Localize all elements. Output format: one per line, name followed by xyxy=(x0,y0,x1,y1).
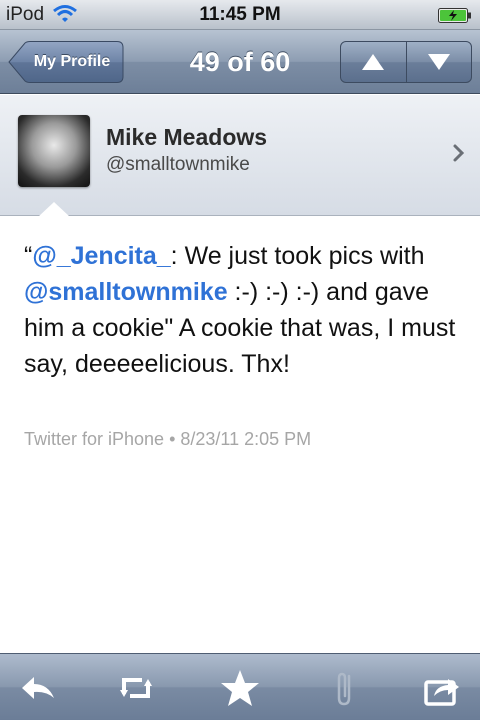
status-bar: iPod 11:45 PM xyxy=(0,0,480,30)
status-time: 11:45 PM xyxy=(199,4,281,25)
profile-row[interactable]: Mike Meadows @smalltownmike xyxy=(0,95,480,216)
attachment-button[interactable] xyxy=(322,666,366,710)
share-button[interactable] xyxy=(420,666,464,710)
star-icon xyxy=(221,670,259,706)
tweet-meta: Twitter for iPhone • 8/23/11 2:05 PM xyxy=(24,429,312,449)
mention-link[interactable]: @smalltownmike xyxy=(24,278,228,306)
profile-name: Mike Meadows xyxy=(106,124,268,150)
retweet-icon xyxy=(120,678,152,698)
chevron-right-icon xyxy=(453,144,465,162)
avatar xyxy=(18,115,90,187)
navigation-bar: My Profile 49 of 60 xyxy=(0,30,480,94)
nav-title: 49 of 60 xyxy=(189,47,291,77)
retweet-button[interactable] xyxy=(114,666,158,710)
next-button[interactable] xyxy=(405,42,472,82)
profile-handle: @smalltownmike xyxy=(106,154,250,175)
battery-charging-icon xyxy=(438,8,471,23)
favorite-button[interactable] xyxy=(218,666,262,710)
share-icon xyxy=(424,679,459,706)
mention-link[interactable]: @_Jencita_ xyxy=(32,242,170,270)
reply-icon xyxy=(22,677,54,699)
profile-pointer xyxy=(38,202,70,217)
previous-button[interactable] xyxy=(341,42,406,82)
attachment-icon xyxy=(337,672,351,706)
prev-next-control xyxy=(340,41,472,83)
arrow-down-icon xyxy=(427,54,450,70)
tweet-text: “@_Jencita_: We just took pics with @sma… xyxy=(24,238,460,382)
tweet-text-part: : We just took pics with xyxy=(170,242,425,270)
back-button-label: My Profile xyxy=(33,53,111,70)
arrow-up-icon xyxy=(362,54,385,70)
back-button[interactable]: My Profile xyxy=(8,41,124,83)
bottom-toolbar xyxy=(0,653,480,720)
reply-button[interactable] xyxy=(16,666,60,710)
